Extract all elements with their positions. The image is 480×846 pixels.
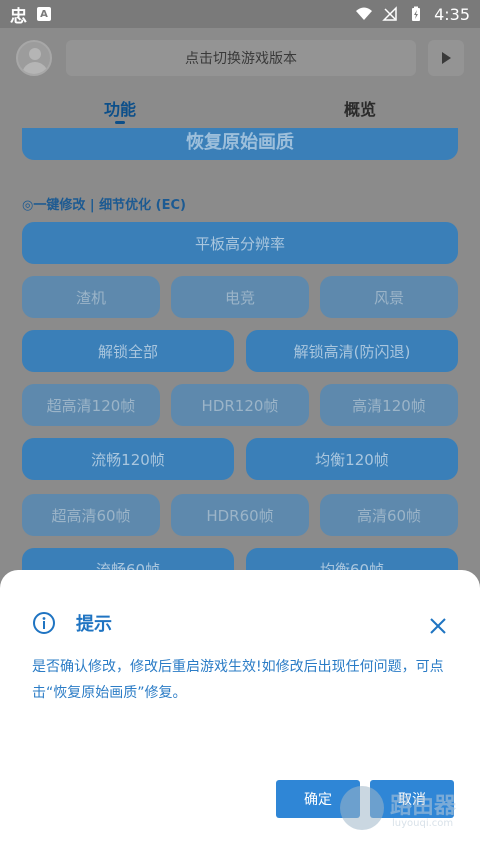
restore-quality-button[interactable]: 恢复原始画质 <box>22 128 458 160</box>
top-bar: 点击切换游戏版本 <box>16 40 464 76</box>
avatar[interactable] <box>16 40 52 76</box>
low-end-button[interactable]: 渣机 <box>22 276 160 318</box>
hd-60-button[interactable]: 高清60帧 <box>320 494 458 536</box>
esports-button[interactable]: 电竞 <box>171 276 309 318</box>
status-bar: 忠 A 4:35 <box>0 0 480 28</box>
uhd-120-button[interactable]: 超高清120帧 <box>22 384 160 426</box>
dialog-title: 提示 <box>76 614 112 635</box>
play-button[interactable] <box>428 40 464 76</box>
avatar-body <box>22 62 48 74</box>
dialog-header: 提示 <box>32 610 112 636</box>
confirm-dialog: 提示 是否确认修改，修改后重启游戏生效!如修改后出现任何问题，可点击“恢复原始画… <box>0 570 480 846</box>
smooth-120-button[interactable]: 流畅120帧 <box>22 438 234 480</box>
switch-version-button[interactable]: 点击切换游戏版本 <box>66 40 416 76</box>
wifi-icon <box>356 7 373 20</box>
balanced-120-button[interactable]: 均衡120帧 <box>246 438 458 480</box>
avatar-head <box>29 48 41 60</box>
dialog-message: 是否确认修改，修改后重启游戏生效!如修改后出现任何问题，可点击“恢复原始画质”修… <box>32 659 444 701</box>
hdr-120-button[interactable]: HDR120帧 <box>171 384 309 426</box>
clock: 4:35 <box>434 4 470 24</box>
tablet-hd-button[interactable]: 平板高分辨率 <box>22 222 458 264</box>
info-icon <box>33 612 55 634</box>
close-icon[interactable] <box>428 616 448 636</box>
tab-bar: 功能 概览 <box>0 88 480 128</box>
uhd-60-button[interactable]: 超高清60帧 <box>22 494 160 536</box>
hdr-60-button[interactable]: HDR60帧 <box>171 494 309 536</box>
battery-charging-icon <box>412 6 421 21</box>
cancel-button[interactable]: 取消 <box>370 780 454 818</box>
tab-indicator <box>115 121 125 124</box>
confirm-button[interactable]: 确定 <box>276 780 360 818</box>
unlock-hd-button[interactable]: 解锁高清(防闪退) <box>246 330 458 372</box>
tab-functions[interactable]: 功能 <box>104 96 136 120</box>
play-icon <box>442 52 451 64</box>
scenery-button[interactable]: 风景 <box>320 276 458 318</box>
app-notification-icon: 忠 <box>10 6 27 27</box>
unlock-all-button[interactable]: 解锁全部 <box>22 330 234 372</box>
section-title: ◎一键修改 | 细节优化 (EC) <box>22 198 186 213</box>
a-notification-icon: A <box>37 7 51 21</box>
hd-120-button[interactable]: 高清120帧 <box>320 384 458 426</box>
tab-overview[interactable]: 概览 <box>344 96 376 120</box>
no-signal-icon <box>382 6 397 21</box>
